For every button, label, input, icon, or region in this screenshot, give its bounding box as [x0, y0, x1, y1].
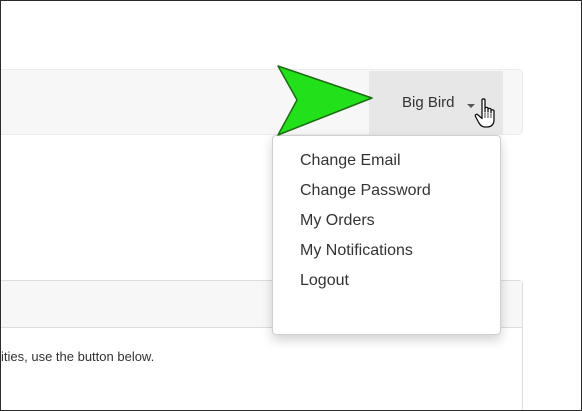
menu-item-logout[interactable]: Logout	[273, 266, 500, 296]
user-menu-label[interactable]: Big Bird	[402, 94, 455, 111]
menu-item-my-orders[interactable]: My Orders	[273, 206, 500, 236]
hand-pointer-icon	[474, 98, 495, 128]
menu-item-change-password[interactable]: Change Password	[273, 176, 500, 206]
menu-item-my-notifications[interactable]: My Notifications	[273, 236, 500, 266]
user-dropdown-menu: Change Email Change Password My Orders M…	[272, 135, 501, 335]
pointer-arrow-icon	[277, 65, 373, 136]
browser-viewport: Big Bird ities, use the button below. Ch…	[0, 0, 582, 411]
panel-body-text: ities, use the button below.	[1, 349, 155, 364]
menu-item-change-email[interactable]: Change Email	[273, 146, 500, 176]
